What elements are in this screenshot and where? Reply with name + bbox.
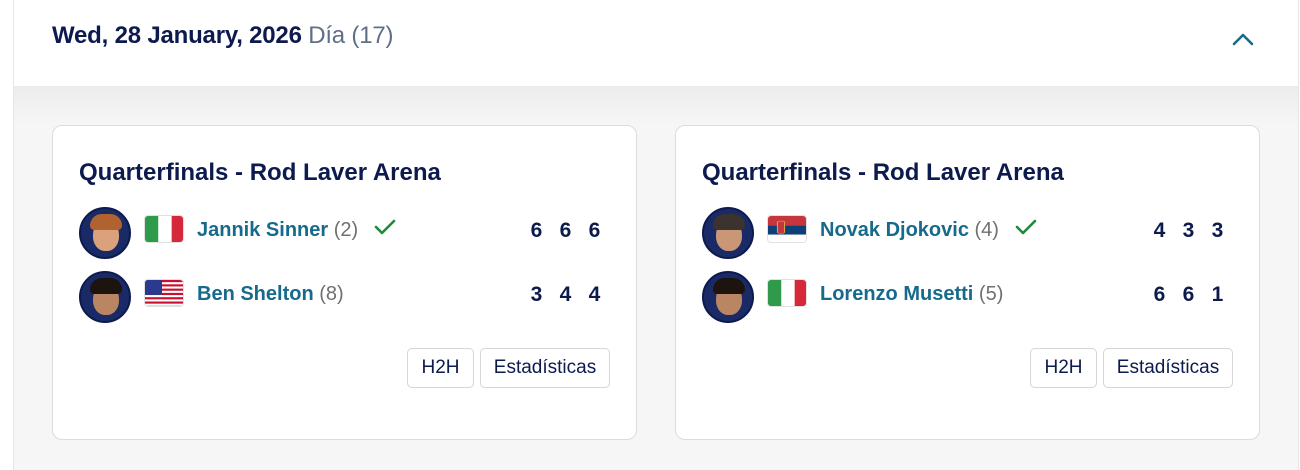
set-scores: 6 6 6	[522, 219, 609, 243]
match-title: Quarterfinals - Rod Laver Arena	[79, 159, 441, 186]
player-row: Novak Djokovic (4) 4 3 3	[702, 207, 1232, 259]
set-score: 6	[1153, 283, 1166, 306]
h2h-button[interactable]: H2H	[1030, 348, 1097, 388]
player-avatar[interactable]	[79, 271, 131, 323]
collapse-button[interactable]	[1228, 24, 1258, 54]
set-score: 1	[1211, 283, 1224, 306]
player-name-link[interactable]: Lorenzo Musetti	[820, 283, 973, 305]
player-avatar[interactable]	[79, 207, 131, 259]
stats-button[interactable]: Estadísticas	[1103, 348, 1233, 388]
player-name-link[interactable]: Jannik Sinner	[197, 219, 328, 241]
player-name-line: Lorenzo Musetti (5)	[820, 283, 1003, 306]
player-seed: (2)	[333, 219, 359, 241]
player-avatar[interactable]	[702, 271, 754, 323]
set-score: 4	[559, 283, 572, 306]
player-seed: (8)	[319, 283, 344, 305]
check-icon	[1015, 219, 1036, 235]
player-name-line: Jannik Sinner (2)	[197, 219, 396, 242]
day-title: Wed, 28 January, 2026 Día (17)	[52, 22, 394, 50]
day-label: Día	[308, 22, 345, 49]
match-title: Quarterfinals - Rod Laver Arena	[702, 159, 1064, 186]
serbia-flag-icon	[767, 215, 807, 243]
set-score: 6	[530, 219, 543, 242]
player-row: Lorenzo Musetti (5) 6 6 1	[702, 271, 1232, 323]
player-row: Jannik Sinner (2) 6 6 6	[79, 207, 609, 259]
set-score: 4	[588, 283, 601, 306]
player-name-line: Novak Djokovic (4)	[820, 219, 1037, 242]
check-icon	[374, 219, 396, 235]
italy-flag-icon	[144, 215, 184, 243]
player-avatar[interactable]	[702, 207, 754, 259]
set-score: 6	[559, 219, 572, 242]
set-score: 3	[1182, 219, 1195, 242]
set-scores: 4 3 3	[1145, 219, 1232, 243]
player-seed: (4)	[974, 219, 999, 241]
header-shadow	[14, 86, 1298, 126]
match-card: Quarterfinals - Rod Laver Arena Novak Dj…	[675, 125, 1260, 440]
player-row: Ben Shelton (8) 3 4 4	[79, 271, 609, 323]
chevron-up-icon	[1232, 33, 1254, 46]
italy-flag-icon	[767, 279, 807, 307]
day-header[interactable]: Wed, 28 January, 2026 Día (17)	[14, 0, 1298, 86]
day-number: (17)	[351, 22, 394, 49]
h2h-button[interactable]: H2H	[407, 348, 474, 388]
match-card: Quarterfinals - Rod Laver Arena Jannik S…	[52, 125, 637, 440]
set-score: 3	[530, 283, 543, 306]
stats-button[interactable]: Estadísticas	[480, 348, 610, 388]
player-name-line: Ben Shelton (8)	[197, 283, 344, 306]
player-name-link[interactable]: Novak Djokovic	[820, 219, 969, 241]
player-name-link[interactable]: Ben Shelton	[197, 283, 314, 305]
set-score: 4	[1153, 219, 1166, 242]
set-score: 6	[588, 219, 601, 242]
set-score: 6	[1182, 283, 1195, 306]
set-scores: 3 4 4	[522, 283, 609, 307]
day-date: Wed, 28 January, 2026	[52, 22, 302, 49]
set-score: 3	[1211, 219, 1224, 242]
usa-flag-icon	[144, 279, 184, 307]
set-scores: 6 6 1	[1145, 283, 1232, 307]
player-seed: (5)	[978, 283, 1004, 305]
